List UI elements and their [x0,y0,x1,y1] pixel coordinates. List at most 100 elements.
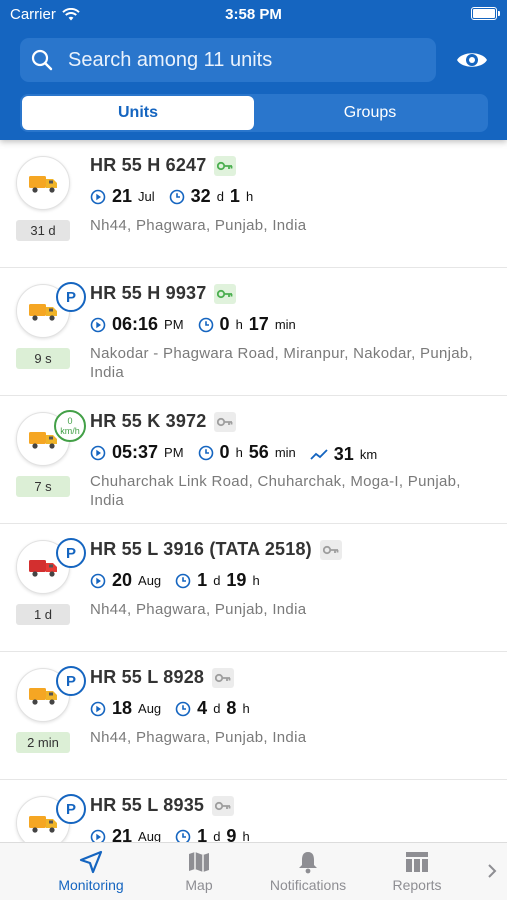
ignition-key-icon [212,795,235,816]
unit-name: HR 55 L 8928 [90,667,205,687]
unit-row[interactable]: P 9 s HR 55 H 9937 06:16 PM 0h 17 min Nako… [0,268,507,396]
speed-value: 0 [67,416,73,426]
time-value: 06:16 [112,314,159,334]
last-message-ago: 2 min [16,732,70,753]
duration-value-1: 1 [197,826,208,842]
duration-unit-1: d [213,573,221,588]
time-unit: PM [164,317,184,332]
unit-name: HR 55 H 6247 [90,155,207,175]
bottom-tab-bar: Monitoring Map Notifications Reports [0,842,507,900]
duration-unit-1: d [213,829,221,842]
clock-icon [175,701,191,716]
time-value: 18 [112,698,133,718]
duration-value-2: 17 [248,314,269,334]
duration-value-1: 32 [190,186,211,206]
duration-value-2: 9 [226,826,237,842]
visibility-toggle-button[interactable] [452,44,492,76]
time-value: 21 [112,826,133,842]
tab-notifications[interactable]: Notifications [253,847,363,893]
tab-notifications-label: Notifications [269,877,347,893]
truck-icon [29,560,57,577]
distance-unit: km [359,447,378,462]
units-list: 31 d HR 55 H 6247 21 Jul 32 d 1h Nh44, Pha… [0,140,507,842]
unit-row[interactable]: P HR 55 L 8935 21 Aug 1d 9h [0,780,507,842]
duration-unit-2: h [242,701,250,716]
unit-name: HR 55 L 3916 (TATA 2518) [90,539,312,559]
eye-icon [457,53,487,67]
time-unit: PM [164,445,184,460]
time-unit: Jul [138,189,155,204]
parking-badge: P [56,282,86,312]
duration-unit-1: h [235,317,243,332]
last-message-time: 21 Jul [90,186,155,207]
play-circle-icon [90,317,106,332]
unit-avatar [16,156,70,210]
duration-unit-2: h [245,189,254,204]
clock-icon [169,189,184,204]
time-value: 21 [112,186,133,206]
last-message-ago: 1 d [16,604,70,625]
units-groups-segmented-control: Units Groups [20,94,488,132]
unit-row[interactable]: 0 km/h 7 s HR 55 K 3972 05:37 PM 0h 56 min… [0,396,507,524]
unit-row[interactable]: P 2 min HR 55 L 8928 18 Aug 4d 8h Nh44, P… [0,652,507,780]
unit-address: Nh44, Phagwara, Punjab, India [90,217,307,234]
play-circle-icon [90,701,106,716]
reports-icon [406,852,428,872]
unit-row[interactable]: P 1 d HR 55 L 3916 (TATA 2518) 20 Aug 1d … [0,524,507,652]
last-message-time: 18 Aug [90,698,161,719]
top-header: Carrier 3:58 PM Units Groups [0,0,507,140]
chevron-right-icon[interactable] [485,861,499,881]
last-message-ago: 9 s [16,348,70,369]
duration-value-1: 0 [219,442,230,462]
clock-icon [175,829,191,842]
state-duration: 0h 17 min [198,314,296,335]
duration-unit-1: d [216,189,224,204]
time-unit: Aug [138,829,162,842]
tab-monitoring[interactable]: Monitoring [36,847,146,893]
search-input[interactable] [68,48,408,72]
duration-value-2: 19 [226,570,247,590]
time-value: 20 [112,570,133,590]
play-circle-icon [90,445,106,460]
tab-map[interactable]: Map [144,847,254,893]
duration-unit-2: min [274,317,296,332]
unit-name: HR 55 K 3972 [90,411,207,431]
state-duration: 4d 8h [175,698,250,719]
last-message-ago: 7 s [16,476,70,497]
segment-groups[interactable]: Groups [254,96,486,130]
unit-address: Nakodar - Phagwara Road, Miranpur, Nakod… [90,345,474,381]
last-message-time: 05:37 PM [90,442,184,463]
ignition-key-icon [214,411,237,432]
duration-unit-2: h [252,573,260,588]
state-duration: 0h 56 min [198,442,296,463]
ignition-key-icon [319,539,342,560]
time-value: 05:37 [112,442,159,462]
play-circle-icon [90,573,106,588]
time-unit: Aug [138,573,162,588]
state-duration: 1d 19 h [175,570,260,591]
speed-badge: 0 km/h [54,410,86,442]
duration-unit-2: h [242,829,250,842]
last-message-time: 21 Aug [90,826,161,842]
truck-icon [29,176,57,193]
ignition-key-icon [214,283,237,304]
duration-unit-2: min [274,445,296,460]
duration-value-1: 1 [197,570,208,590]
play-circle-icon [90,189,106,204]
speed-unit: km/h [60,426,80,436]
trend-icon [310,448,328,460]
tab-reports-label: Reports [392,877,442,893]
truck-icon [29,688,57,705]
duration-unit-1: h [235,445,243,460]
clock-icon [175,573,191,588]
segment-units[interactable]: Units [22,96,254,130]
clock-icon [198,317,213,332]
state-duration: 1d 9h [175,826,250,842]
unit-row[interactable]: 31 d HR 55 H 6247 21 Jul 32 d 1h Nh44, Pha… [0,140,507,268]
ignition-key-icon [214,155,237,176]
parking-badge: P [56,538,86,568]
search-bar[interactable] [20,38,436,82]
tab-reports[interactable]: Reports [362,847,472,893]
unit-address: Chuharchak Link Road, Chuharchak, Moga-I… [90,473,461,509]
duration-value-2: 8 [226,698,237,718]
